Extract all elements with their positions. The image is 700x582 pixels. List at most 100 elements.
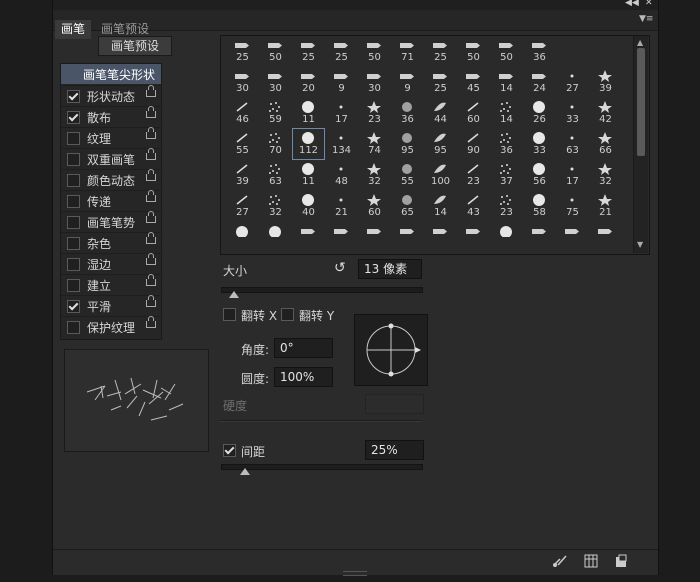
panel-menu-icon[interactable]: ▼≡ (639, 14, 653, 24)
lock-icon[interactable] (146, 190, 156, 202)
option-checkbox[interactable] (67, 237, 80, 250)
option-row[interactable]: 双重画笔 (61, 148, 161, 169)
scroll-down-icon[interactable]: ▼ (637, 240, 643, 249)
roundness-field[interactable]: 100% (274, 367, 333, 387)
lock-icon[interactable] (146, 106, 156, 118)
brush-tip-cell[interactable]: 63 (260, 160, 291, 190)
brush-tip-cell[interactable] (227, 222, 258, 252)
brush-tip-cell[interactable]: 70 (260, 129, 291, 159)
option-checkbox[interactable] (67, 153, 80, 166)
brush-tip-cell[interactable]: 30 (359, 67, 390, 97)
size-slider-thumb[interactable] (229, 291, 239, 298)
brush-tip-cell[interactable]: 36 (491, 129, 522, 159)
brush-tip-cell[interactable]: 9 (392, 67, 423, 97)
spacing-field[interactable]: 25% (365, 440, 424, 460)
brush-tip-cell[interactable]: 46 (227, 98, 258, 128)
angle-roundness-widget[interactable] (354, 314, 428, 386)
brush-tip-cell[interactable]: 39 (590, 67, 621, 97)
brush-tip-cell[interactable]: 36 (524, 36, 555, 66)
option-row[interactable]: 平滑 (61, 295, 161, 316)
option-row[interactable]: 画笔笔势 (61, 211, 161, 232)
brush-tip-cell[interactable]: 36 (392, 98, 423, 128)
scroll-thumb[interactable] (637, 48, 645, 156)
option-row[interactable]: 形状动态 (61, 85, 161, 106)
brush-tip-cell[interactable] (557, 222, 588, 252)
option-checkbox[interactable] (67, 174, 80, 187)
brush-tip-cell[interactable]: 30 (260, 67, 291, 97)
size-field[interactable]: 13 像素 (358, 259, 422, 279)
brush-tip-cell[interactable]: 25 (425, 36, 456, 66)
grid-scrollbar[interactable]: ▲ ▼ (633, 36, 648, 253)
brush-tip-cell[interactable] (425, 222, 456, 252)
brush-tip-cell[interactable]: 134 (326, 129, 357, 159)
brush-tip-cell[interactable] (524, 222, 555, 252)
brush-tip-cell[interactable]: 9 (326, 67, 357, 97)
brush-tip-cell[interactable]: 112 (292, 128, 325, 160)
lock-icon[interactable] (146, 169, 156, 181)
brush-tip-cell[interactable] (260, 222, 291, 252)
tab-brush[interactable]: 画笔 (55, 20, 92, 39)
option-row[interactable]: 建立 (61, 274, 161, 295)
brush-tip-cell[interactable]: 32 (359, 160, 390, 190)
option-checkbox[interactable] (67, 132, 80, 145)
brush-presets-button[interactable]: 画笔预设 (98, 36, 172, 56)
brush-tip-cell[interactable]: 56 (524, 160, 555, 190)
brush-tip-cell[interactable]: 66 (590, 129, 621, 159)
spacing-slider-thumb[interactable] (240, 468, 250, 475)
option-checkbox[interactable] (67, 216, 80, 229)
flip-x-checkbox[interactable] (223, 308, 236, 321)
brush-tip-cell[interactable]: 43 (458, 191, 489, 221)
option-checkbox[interactable] (67, 279, 80, 292)
lock-icon[interactable] (146, 274, 156, 286)
brush-tip-cell[interactable] (359, 222, 390, 252)
brush-tip-cell[interactable]: 14 (491, 67, 522, 97)
brush-tip-cell[interactable] (326, 222, 357, 252)
brush-tip-cell[interactable]: 45 (458, 67, 489, 97)
brush-tip-cell[interactable] (293, 222, 324, 252)
brush-tip-cell[interactable]: 40 (293, 191, 324, 221)
brush-tip-cell[interactable]: 65 (392, 191, 423, 221)
brush-tip-cell[interactable]: 26 (524, 98, 555, 128)
brush-tip-cell[interactable]: 58 (524, 191, 555, 221)
size-slider[interactable] (221, 287, 423, 293)
option-row[interactable]: 湿边 (61, 253, 161, 274)
lock-icon[interactable] (146, 295, 156, 307)
brush-tip-cell[interactable] (392, 222, 423, 252)
spacing-checkbox[interactable] (223, 444, 236, 457)
option-checkbox[interactable] (67, 321, 80, 334)
brush-tip-cell[interactable]: 42 (590, 98, 621, 128)
brush-tip-cell[interactable]: 55 (227, 129, 258, 159)
brush-tip-cell[interactable]: 27 (557, 67, 588, 97)
brush-tip-cell[interactable]: 95 (425, 129, 456, 159)
brush-tip-cell[interactable]: 30 (227, 67, 258, 97)
brush-tip-cell[interactable]: 25 (326, 36, 357, 66)
brush-tip-cell[interactable]: 71 (392, 36, 423, 66)
brush-tip-cell[interactable]: 32 (590, 160, 621, 190)
lock-icon[interactable] (146, 232, 156, 244)
option-row[interactable]: 纹理 (61, 127, 161, 148)
close-icon[interactable]: ✕ (645, 0, 653, 8)
brush-tip-cell[interactable]: 39 (227, 160, 258, 190)
brush-tip-cell[interactable]: 74 (359, 129, 390, 159)
brush-tip-cell[interactable]: 59 (260, 98, 291, 128)
brush-tip-cell[interactable]: 27 (227, 191, 258, 221)
collapse-icon[interactable]: ◀◀ (625, 0, 639, 8)
brush-tip-cell[interactable]: 55 (392, 160, 423, 190)
option-checkbox[interactable] (67, 111, 80, 124)
lock-icon[interactable] (146, 211, 156, 223)
brush-tip-cell[interactable]: 25 (227, 36, 258, 66)
brush-tip-cell[interactable]: 21 (590, 191, 621, 221)
brush-tip-cell[interactable]: 24 (524, 67, 555, 97)
new-preset-icon[interactable] (614, 554, 628, 568)
lock-icon[interactable] (146, 253, 156, 265)
brush-tip-cell[interactable]: 44 (425, 98, 456, 128)
option-checkbox[interactable] (67, 258, 80, 271)
brush-tip-cell[interactable] (458, 222, 489, 252)
grid-icon[interactable] (584, 554, 598, 568)
option-row[interactable]: 杂色 (61, 232, 161, 253)
brush-tip-cell[interactable] (491, 222, 522, 252)
brush-tip-cell[interactable]: 90 (458, 129, 489, 159)
brush-tip-cell[interactable]: 17 (557, 160, 588, 190)
option-row[interactable]: 传递 (61, 190, 161, 211)
brush-tip-cell[interactable] (590, 222, 621, 252)
